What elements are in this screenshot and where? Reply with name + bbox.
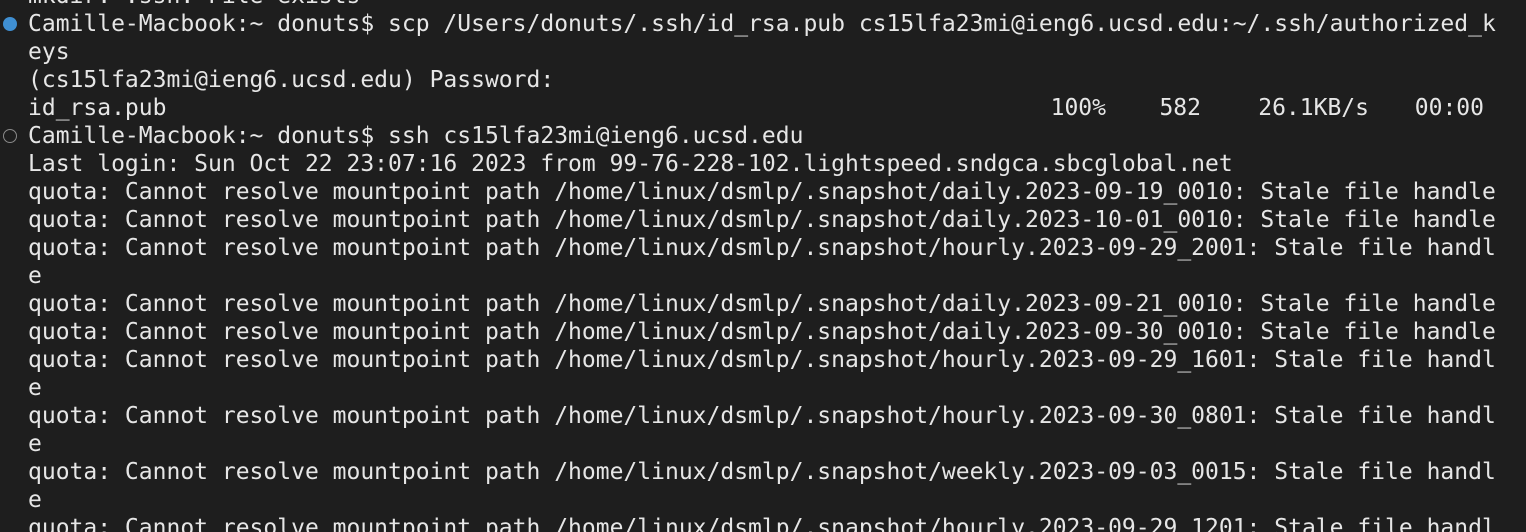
quota-warning-line: quota: Cannot resolve mountpoint path /h… [28,515,1496,532]
command-success-icon[interactable] [3,17,17,31]
output-line: eys [28,39,70,65]
wrapped-line: e [28,487,42,513]
wrapped-line: e [28,431,42,457]
quota-warning-line: quota: Cannot resolve mountpoint path /h… [28,207,1496,233]
quota-warning-line: quota: Cannot resolve mountpoint path /h… [28,319,1496,345]
transfer-percent: 100% [1050,95,1106,121]
output-line: mkdir: .ssh: File exists [28,0,1518,10]
last-login-line: Last login: Sun Oct 22 23:07:16 2023 fro… [28,151,1233,177]
terminal-window[interactable]: mkdir: .ssh: File exists Camille-Macbook… [0,0,1526,532]
transfer-file-name: id_rsa.pub [28,95,167,121]
quota-warning-line: quota: Cannot resolve mountpoint path /h… [28,347,1496,373]
password-prompt: (cs15lfa23mi@ieng6.ucsd.edu) Password: [28,67,555,93]
quota-warning-line: quota: Cannot resolve mountpoint path /h… [28,459,1496,485]
scp-command-line: Camille-Macbook:~ donuts$ scp /Users/don… [28,11,1496,37]
terminal-output: mkdir: .ssh: File exists Camille-Macbook… [28,0,1518,532]
quota-warning-line: quota: Cannot resolve mountpoint path /h… [28,179,1496,205]
wrapped-line: e [28,375,42,401]
transfer-size: 582 [1159,95,1201,121]
transfer-speed: 26.1KB/s [1258,95,1369,121]
quota-warning-line: quota: Cannot resolve mountpoint path /h… [28,235,1496,261]
ssh-command-line: Camille-Macbook:~ donuts$ ssh cs15lfa23m… [28,123,804,149]
command-running-icon[interactable] [3,129,17,143]
transfer-progress-line: id_rsa.pub 100% 582 26.1KB/s 00:00 [28,94,1518,122]
transfer-time: 00:00 [1414,95,1484,121]
quota-warning-line: quota: Cannot resolve mountpoint path /h… [28,291,1496,317]
quota-warning-line: quota: Cannot resolve mountpoint path /h… [28,403,1496,429]
wrapped-line: e [28,263,42,289]
